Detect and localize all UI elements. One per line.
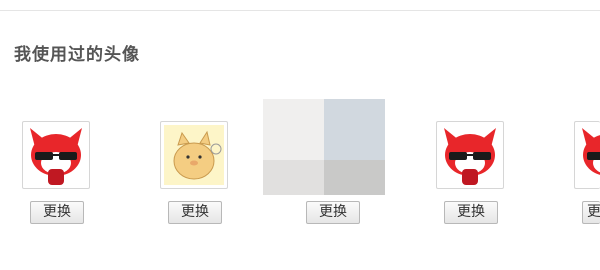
change-avatar-button-5[interactable]: 更 [582,201,600,224]
change-avatar-button-1[interactable]: 更换 [30,201,84,224]
change-avatar-button-4[interactable]: 更换 [444,201,498,224]
avatar-list: 更换 更换 更换 更换 更 [0,0,600,270]
avatar-item-2[interactable] [160,121,228,189]
avatar-item-1[interactable] [22,121,90,189]
cat-pig-cartoon-icon [164,125,224,185]
change-avatar-button-2[interactable]: 更换 [168,201,222,224]
avatar-item-4[interactable] [436,121,504,189]
fox-with-sunglasses-icon [444,128,496,185]
fox-with-sunglasses-icon [30,128,82,185]
mosaic-placeholder-image[interactable] [263,99,385,195]
avatar-item-5[interactable] [574,121,600,189]
change-avatar-button-3[interactable]: 更换 [306,201,360,224]
fox-with-sunglasses-icon [582,128,600,175]
